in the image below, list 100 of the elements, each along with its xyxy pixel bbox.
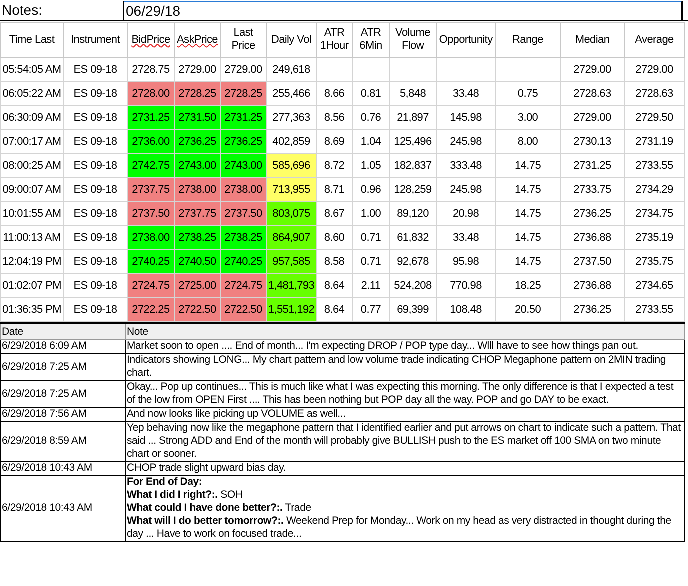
date-field[interactable]: 06/29/18 (124, 1, 683, 20)
table-cell: 0.71 (352, 226, 390, 250)
note-date: 6/29/2018 10:43 AM (0, 462, 126, 476)
table-cell: ES 09-18 (64, 58, 128, 82)
table-cell: 2742.75 (128, 154, 174, 178)
note-date: 6/29/2018 7:56 AM (0, 408, 126, 422)
table-cell: 1.05 (352, 154, 390, 178)
column-header[interactable]: Median (560, 22, 624, 58)
table-cell: 2738.25 (174, 226, 220, 250)
table-cell: 2733.55 (624, 154, 684, 178)
table-cell: 92,678 (390, 250, 436, 274)
column-header[interactable]: AskPrice (174, 22, 220, 58)
table-cell: 803,075 (266, 202, 316, 226)
table-cell: 2740.25 (220, 250, 266, 274)
column-header[interactable]: Instrument (64, 22, 128, 58)
table-cell: 1.00 (352, 202, 390, 226)
table-cell: 18.25 (496, 274, 560, 298)
table-cell: 2724.75 (220, 274, 266, 298)
note-date: 6/29/2018 7:25 AM (0, 380, 126, 408)
table-cell: 2735.75 (624, 250, 684, 274)
column-header[interactable]: Opportunity (436, 22, 496, 58)
table-cell: 8.69 (316, 130, 352, 154)
table-cell: 07:00:17 AM (0, 130, 64, 154)
column-header[interactable]: Average (624, 22, 684, 58)
table-cell: 2738.00 (128, 226, 174, 250)
column-header[interactable]: Last Price (220, 22, 266, 58)
table-cell: 8.67 (316, 202, 352, 226)
note-text: What I did I right?:. SOH (127, 489, 244, 502)
table-cell: 14.75 (496, 202, 560, 226)
note-text: Market soon to open .... End of month... I'm expecting DROP / POP type day... Wlll have to see how things pan out. (127, 340, 640, 353)
table-cell: 2728.25 (174, 82, 220, 106)
note-date: 6/29/2018 8:59 AM (0, 422, 126, 462)
table-cell: 11:00:13 AM (0, 226, 64, 250)
table-cell: 0.77 (352, 298, 390, 322)
table-cell: 2728.00 (128, 82, 174, 106)
table-cell: 05:54:05 AM (0, 58, 64, 82)
table-cell: 249,618 (266, 58, 316, 82)
table-cell (496, 58, 560, 82)
table-cell: 1,551,192 (266, 298, 316, 322)
table-cell: 8.71 (316, 178, 352, 202)
table-cell: 8.66 (316, 82, 352, 106)
table-cell: 2731.25 (220, 106, 266, 130)
table-cell: 2729.00 (560, 106, 624, 130)
note-date: 6/29/2018 6:09 AM (0, 340, 126, 354)
table-cell: 864,907 (266, 226, 316, 250)
table-cell: 09:00:07 AM (0, 178, 64, 202)
column-header[interactable]: Time Last (0, 22, 64, 58)
table-cell: 2731.25 (128, 106, 174, 130)
note-text: Indicators showing LONG... My chart pattern and low volume trade indicating CHOP Megaphone pattern on 2MIN trading chart. (127, 354, 668, 380)
table-cell: 10:01:55 AM (0, 202, 64, 226)
table-cell: 2734.75 (624, 202, 684, 226)
column-header[interactable]: Daily Vol (266, 22, 316, 58)
table-cell: 2740.50 (174, 250, 220, 274)
column-header[interactable]: Note (126, 323, 684, 340)
table-cell: 2737.75 (128, 178, 174, 202)
table-cell: 333.48 (436, 154, 496, 178)
column-header[interactable]: Range (496, 22, 560, 58)
table-cell: 0.96 (352, 178, 390, 202)
table-cell: 0.81 (352, 82, 390, 106)
table-cell: 2738.00 (220, 178, 266, 202)
table-cell: 20.50 (496, 298, 560, 322)
table-cell: 8.56 (316, 106, 352, 130)
table-cell: 06:30:09 AM (0, 106, 64, 130)
table-cell: 2728.63 (560, 82, 624, 106)
table-cell: 585,696 (266, 154, 316, 178)
column-header[interactable]: Date (0, 323, 126, 340)
table-cell: 255,466 (266, 82, 316, 106)
table-cell: 2743.00 (220, 154, 266, 178)
column-header[interactable]: BidPrice (128, 22, 174, 58)
table-cell: 21,897 (390, 106, 436, 130)
table-cell: 2736.25 (560, 298, 624, 322)
column-header[interactable]: ATR 6Min (352, 22, 390, 58)
table-cell: 2737.50 (560, 250, 624, 274)
notes-label: Notes: (0, 1, 124, 20)
table-cell: 2734.29 (624, 178, 684, 202)
note-text: Yep behaving now like the megaphone pattern that I identified earlier and put arrows on chart to indicate such a pattern. That said ... Strong ADD and End of the month will probably give BULLISH push to the ES market off 100 SMA on two minute chart or sooner. (127, 422, 682, 461)
table-cell (316, 58, 352, 82)
table-cell: 33.48 (436, 82, 496, 106)
table-cell: 01:02:07 PM (0, 274, 64, 298)
table-cell: 1.04 (352, 130, 390, 154)
table-cell: 2738.25 (220, 226, 266, 250)
note-text: For End of Day: (127, 476, 204, 489)
table-cell: 770.98 (436, 274, 496, 298)
table-cell: 2730.13 (560, 130, 624, 154)
column-header[interactable]: ATR 1Hour (316, 22, 352, 58)
table-cell: 8.58 (316, 250, 352, 274)
table-cell: 8.64 (316, 274, 352, 298)
table-cell: 2729.00 (560, 58, 624, 82)
table-cell: 14.75 (496, 178, 560, 202)
table-cell: 01:36:35 PM (0, 298, 64, 322)
table-cell: 245.98 (436, 130, 496, 154)
table-cell: 2729.50 (624, 106, 684, 130)
table-cell: 0.76 (352, 106, 390, 130)
table-cell: 20.98 (436, 202, 496, 226)
table-cell: 8.00 (496, 130, 560, 154)
table-cell: 2736.25 (560, 202, 624, 226)
table-cell: 0.75 (496, 82, 560, 106)
table-cell: 95.98 (436, 250, 496, 274)
column-header[interactable]: Volume Flow (390, 22, 436, 58)
table-cell: 145.98 (436, 106, 496, 130)
